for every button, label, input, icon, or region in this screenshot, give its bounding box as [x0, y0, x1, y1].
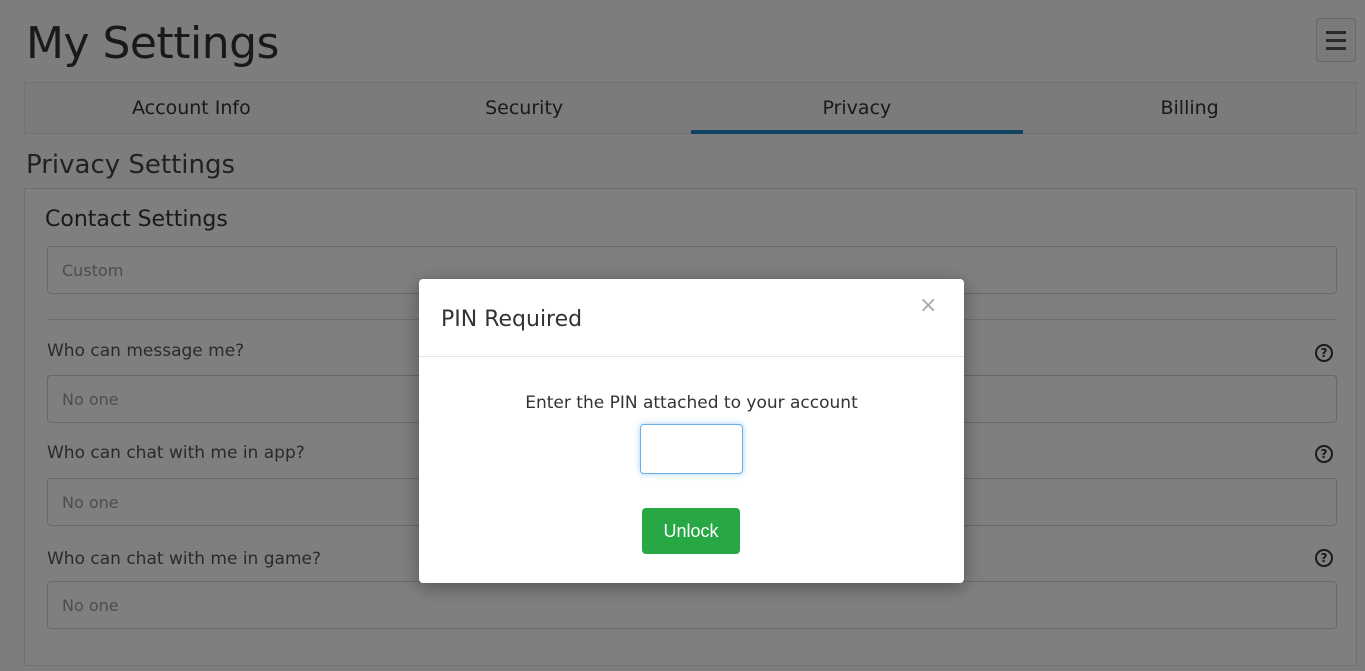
modal-header: PIN Required ×	[419, 279, 964, 357]
pin-required-modal: PIN Required × Enter the PIN attached to…	[419, 279, 964, 583]
modal-description: Enter the PIN attached to your account	[525, 393, 858, 413]
close-icon[interactable]: ×	[919, 295, 937, 317]
modal-title: PIN Required	[441, 307, 583, 332]
pin-input[interactable]	[640, 424, 743, 474]
unlock-button[interactable]: Unlock	[642, 508, 740, 554]
